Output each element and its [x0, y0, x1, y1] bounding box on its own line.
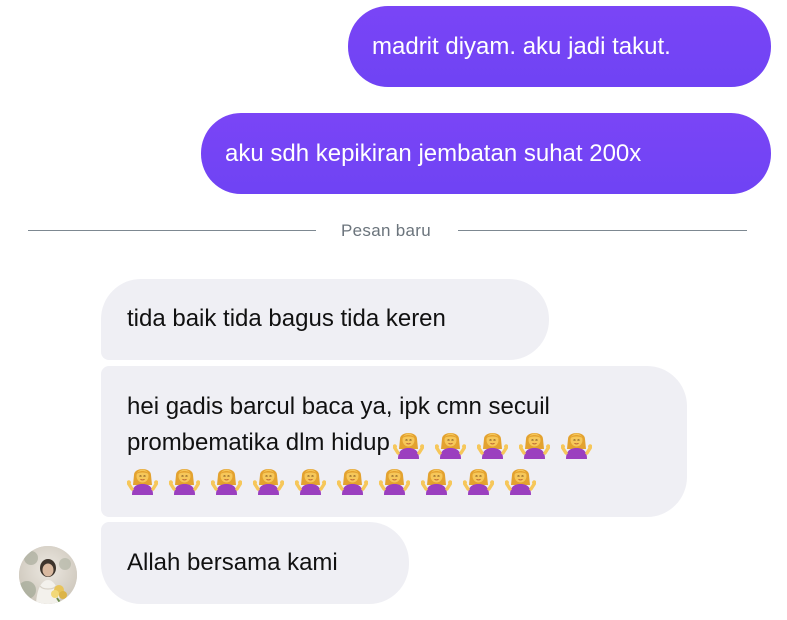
incoming-message[interactable]: Allah bersama kami: [101, 522, 409, 604]
emoji-group: [392, 427, 593, 459]
person-tipping-hand-emoji: [168, 463, 201, 495]
new-messages-divider: Pesan baru: [341, 221, 431, 240]
message-text: prombematika dlm hidup: [127, 429, 390, 456]
person-tipping-hand-emoji: [434, 427, 467, 459]
person-tipping-hand-emoji: [518, 427, 551, 459]
person-tipping-hand-emoji: [336, 463, 369, 495]
message-line-2: prombematika dlm hidup: [127, 427, 593, 459]
person-tipping-hand-emoji: [420, 463, 453, 495]
outgoing-message[interactable]: aku sdh kepikiran jembatan suhat 200x: [201, 113, 771, 194]
person-tipping-hand-emoji: [126, 463, 159, 495]
person-tipping-hand-emoji: [462, 463, 495, 495]
person-tipping-hand-emoji: [252, 463, 285, 495]
message-text: tida baik tida bagus tida keren: [127, 305, 446, 332]
person-tipping-hand-emoji: [392, 427, 425, 459]
person-tipping-hand-emoji: [210, 463, 243, 495]
incoming-message[interactable]: tida baik tida bagus tida keren: [101, 279, 549, 360]
outgoing-message[interactable]: madrit diyam. aku jadi takut.: [348, 6, 771, 87]
divider-line-right: [458, 230, 747, 231]
message-text: madrit diyam. aku jadi takut.: [372, 32, 671, 60]
message-line-1: hei gadis barcul baca ya, ipk cmn secuil: [127, 393, 550, 420]
divider-line-left: [28, 230, 316, 231]
message-text: aku sdh kepikiran jembatan suhat 200x: [225, 139, 642, 167]
message-text: Allah bersama kami: [127, 549, 338, 576]
person-tipping-hand-emoji: [294, 463, 327, 495]
emoji-group: [126, 463, 537, 495]
person-tipping-hand-emoji: [560, 427, 593, 459]
incoming-message[interactable]: hei gadis barcul baca ya, ipk cmn secuil…: [101, 366, 687, 517]
avatar-photo-icon: [19, 546, 77, 604]
person-tipping-hand-emoji: [504, 463, 537, 495]
contact-avatar[interactable]: [19, 546, 77, 604]
chat-thread: madrit diyam. aku jadi takut. aku sdh ke…: [0, 0, 787, 620]
message-line-3: [126, 463, 537, 495]
person-tipping-hand-emoji: [378, 463, 411, 495]
person-tipping-hand-emoji: [476, 427, 509, 459]
